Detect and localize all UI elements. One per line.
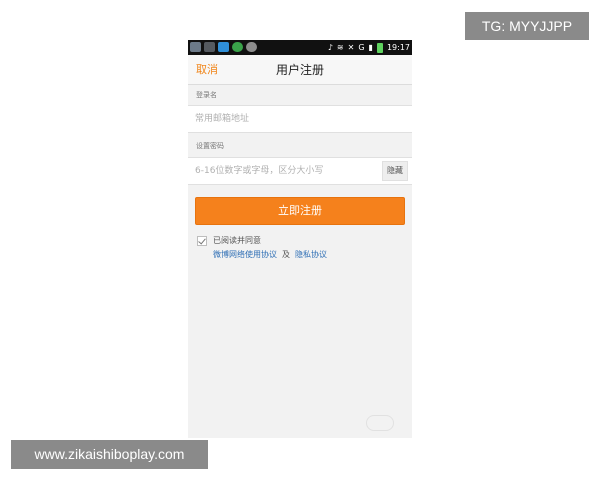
- baidu-watermark-icon: [366, 415, 394, 431]
- password-input[interactable]: [195, 158, 375, 184]
- hide-password-button[interactable]: 隐藏: [382, 161, 408, 181]
- tg-watermark-label: TG: MYYJJPP: [465, 12, 589, 40]
- mute-icon: ✕: [347, 43, 355, 52]
- password-label: 设置密码: [196, 142, 224, 150]
- status-bar: ♪ ≋ ✕ G ▮ 19:17: [188, 40, 412, 55]
- sync-notification-icon: [232, 42, 243, 52]
- register-button[interactable]: 立即注册: [195, 197, 405, 225]
- username-input[interactable]: [195, 106, 375, 132]
- password-row: 隐藏: [188, 157, 412, 185]
- signal-icon: ▮: [368, 43, 373, 52]
- page-title: 用户注册: [275, 63, 324, 77]
- privacy-link[interactable]: 隐私协议: [295, 249, 327, 260]
- site-url-watermark: www.zikaishiboplay.com: [11, 440, 208, 469]
- image-notification-icon: [190, 42, 201, 52]
- wifi-icon: ≋: [336, 43, 344, 52]
- nav-bar: 取消 用户注册: [188, 55, 412, 85]
- app-notification-icon: [218, 42, 229, 52]
- and-text: 及: [282, 250, 290, 259]
- agreement-row: 已阅读并同意: [197, 235, 261, 246]
- phone-screen: ♪ ≋ ✕ G ▮ 19:17 取消 用户注册 登录名 设置密码 隐藏 立即注册…: [188, 40, 412, 438]
- screenshot-canvas: TG: MYYJJPP ♪ ≋ ✕ G ▮ 19:17 取消 用户注册 登录名 …: [0, 0, 600, 480]
- agreement-links: 微博网络使用协议 及 隐私协议: [213, 249, 327, 260]
- battery-icon: [376, 42, 383, 53]
- agreement-text: 已阅读并同意: [213, 236, 261, 245]
- agree-checkbox[interactable]: [197, 235, 207, 246]
- status-time: 19:17: [386, 43, 410, 52]
- username-label: 登录名: [196, 91, 217, 99]
- network-type: G: [358, 43, 365, 52]
- terms-link[interactable]: 微博网络使用协议: [213, 249, 277, 260]
- status-bar-system: ♪ ≋ ✕ G ▮ 19:17: [328, 41, 410, 54]
- status-bar-notifications: [190, 42, 257, 52]
- android-notification-icon: [246, 42, 257, 52]
- music-icon: ♪: [327, 43, 333, 52]
- keyboard-notification-icon: [204, 42, 215, 52]
- username-row: [188, 105, 412, 133]
